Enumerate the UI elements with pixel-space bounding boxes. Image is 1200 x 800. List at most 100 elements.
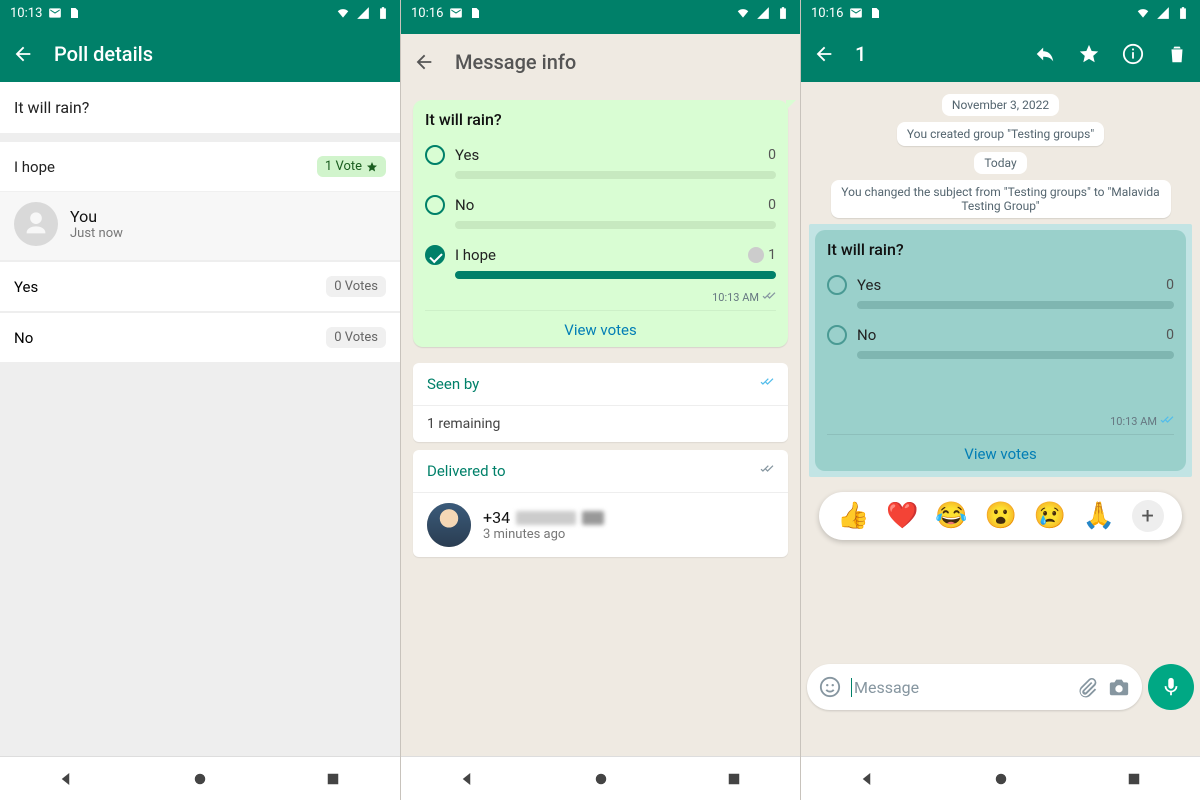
back-icon[interactable] (813, 43, 835, 65)
avatar (14, 202, 58, 246)
radio-icon[interactable] (827, 325, 847, 345)
signal-icon (756, 6, 770, 20)
battery-icon (376, 6, 390, 20)
wifi-icon (736, 6, 750, 20)
view-votes-link[interactable]: View votes (827, 434, 1174, 465)
radio-icon[interactable] (425, 145, 445, 165)
reaction-more-button[interactable]: + (1132, 500, 1164, 532)
chat-body: November 3, 2022 You created group "Test… (801, 82, 1200, 756)
screen-poll-details: 10:13 Poll details It will rain? I hope … (0, 0, 400, 800)
double-check-icon (762, 289, 776, 306)
document-icon (869, 7, 881, 19)
nav-recent-icon[interactable] (725, 770, 743, 788)
nav-bar (0, 756, 400, 800)
reaction-joy[interactable]: 😂 (935, 501, 967, 531)
signal-icon (1156, 6, 1170, 20)
poll-option[interactable]: Yes 0 (827, 269, 1174, 297)
system-message: You created group "Testing groups" (897, 122, 1104, 146)
mic-button[interactable] (1148, 664, 1194, 710)
poll-bar (857, 351, 1174, 359)
delete-icon[interactable] (1166, 43, 1188, 65)
read-checks-icon (760, 375, 774, 393)
nav-back-icon[interactable] (58, 770, 76, 788)
poll-question: It will rain? (0, 82, 400, 134)
delivered-card: Delivered to +34 3 minutes ago (413, 450, 788, 557)
voter-name: You (70, 207, 123, 226)
poll-option-row[interactable]: No 0 Votes (0, 313, 400, 362)
reaction-thumbsup[interactable]: 👍 (837, 501, 869, 531)
poll-option[interactable]: No 0 (425, 189, 776, 217)
date-pill: November 3, 2022 (942, 94, 1059, 116)
delivered-checks-icon (760, 462, 774, 480)
radio-checked-icon[interactable] (425, 245, 445, 265)
radio-icon[interactable] (827, 275, 847, 295)
back-icon[interactable] (413, 51, 435, 73)
option-label: I hope (14, 158, 317, 176)
contact-phone: +34 (483, 508, 604, 527)
nav-recent-icon[interactable] (1125, 770, 1143, 788)
nav-bar (801, 756, 1200, 800)
seen-card: Seen by 1 remaining (413, 363, 788, 442)
poll-bar (857, 301, 1174, 309)
contact-row[interactable]: +34 3 minutes ago (427, 503, 774, 547)
poll-option[interactable]: I hope 1 (425, 239, 776, 267)
attach-icon[interactable] (1076, 676, 1098, 698)
reaction-picker[interactable]: 👍 ❤️ 😂 😮 😢 🙏 + (819, 492, 1182, 540)
battery-icon (1176, 6, 1190, 20)
reaction-sad[interactable]: 😢 (1034, 501, 1066, 531)
redacted-text (582, 511, 604, 525)
message-time: 10:13 AM (712, 291, 759, 304)
screen-message-info: 10:16 Message info It will rain? Yes 0 N… (400, 0, 800, 800)
poll-option[interactable]: Yes 0 (425, 139, 776, 167)
seen-remaining: 1 remaining (413, 405, 788, 442)
reply-icon[interactable] (1034, 43, 1056, 65)
star-icon[interactable] (1078, 43, 1100, 65)
back-icon[interactable] (12, 43, 34, 65)
system-message: You changed the subject from "Testing gr… (831, 180, 1171, 218)
message-input[interactable]: Message (807, 664, 1142, 710)
selected-message-wrap[interactable]: It will rain? Yes 0 No 0 10:13 AM (809, 224, 1192, 477)
wifi-icon (1136, 6, 1150, 20)
poll-option-row[interactable]: Yes 0 Votes (0, 262, 400, 311)
message-placeholder: Message (851, 678, 1066, 697)
signal-icon (356, 6, 370, 20)
status-bar: 10:13 (0, 0, 400, 26)
nav-recent-icon[interactable] (324, 770, 342, 788)
nav-home-icon[interactable] (191, 770, 209, 788)
nav-home-icon[interactable] (592, 770, 610, 788)
selection-app-bar: 1 (801, 26, 1200, 82)
nav-bar (401, 756, 800, 800)
poll-option[interactable]: No 0 (827, 319, 1174, 347)
camera-icon[interactable] (1108, 676, 1130, 698)
star-icon (366, 161, 378, 173)
wifi-icon (336, 6, 350, 20)
poll-bubble: It will rain? Yes 0 No 0 I hope 1 10:13 … (413, 100, 788, 347)
gmail-icon (48, 6, 62, 20)
seen-title: Seen by (427, 375, 760, 393)
app-bar: Message info (401, 34, 800, 90)
nav-home-icon[interactable] (992, 770, 1010, 788)
nav-back-icon[interactable] (859, 770, 877, 788)
document-icon (469, 7, 481, 19)
voter-row[interactable]: You Just now (0, 192, 400, 260)
vote-count: 0 Votes (326, 276, 386, 297)
page-title: Message info (455, 50, 788, 74)
view-votes-link[interactable]: View votes (425, 310, 776, 341)
voter-time: Just now (70, 226, 123, 241)
poll-bar (455, 221, 776, 229)
radio-icon[interactable] (425, 195, 445, 215)
emoji-icon[interactable] (819, 676, 841, 698)
info-icon[interactable] (1122, 43, 1144, 65)
nav-back-icon[interactable] (459, 770, 477, 788)
reaction-wow[interactable]: 😮 (984, 501, 1016, 531)
double-check-icon (1160, 413, 1174, 430)
reaction-heart[interactable]: ❤️ (886, 501, 918, 531)
mini-avatar-icon (748, 247, 764, 263)
status-bar: 10:16 (401, 0, 800, 26)
message-info-body: It will rain? Yes 0 No 0 I hope 1 10:13 … (401, 90, 800, 756)
contact-avatar (427, 503, 471, 547)
delivered-time: 3 minutes ago (483, 527, 604, 542)
composer: Message (807, 664, 1194, 710)
reaction-pray[interactable]: 🙏 (1083, 501, 1115, 531)
poll-question: It will rain? (425, 110, 776, 129)
